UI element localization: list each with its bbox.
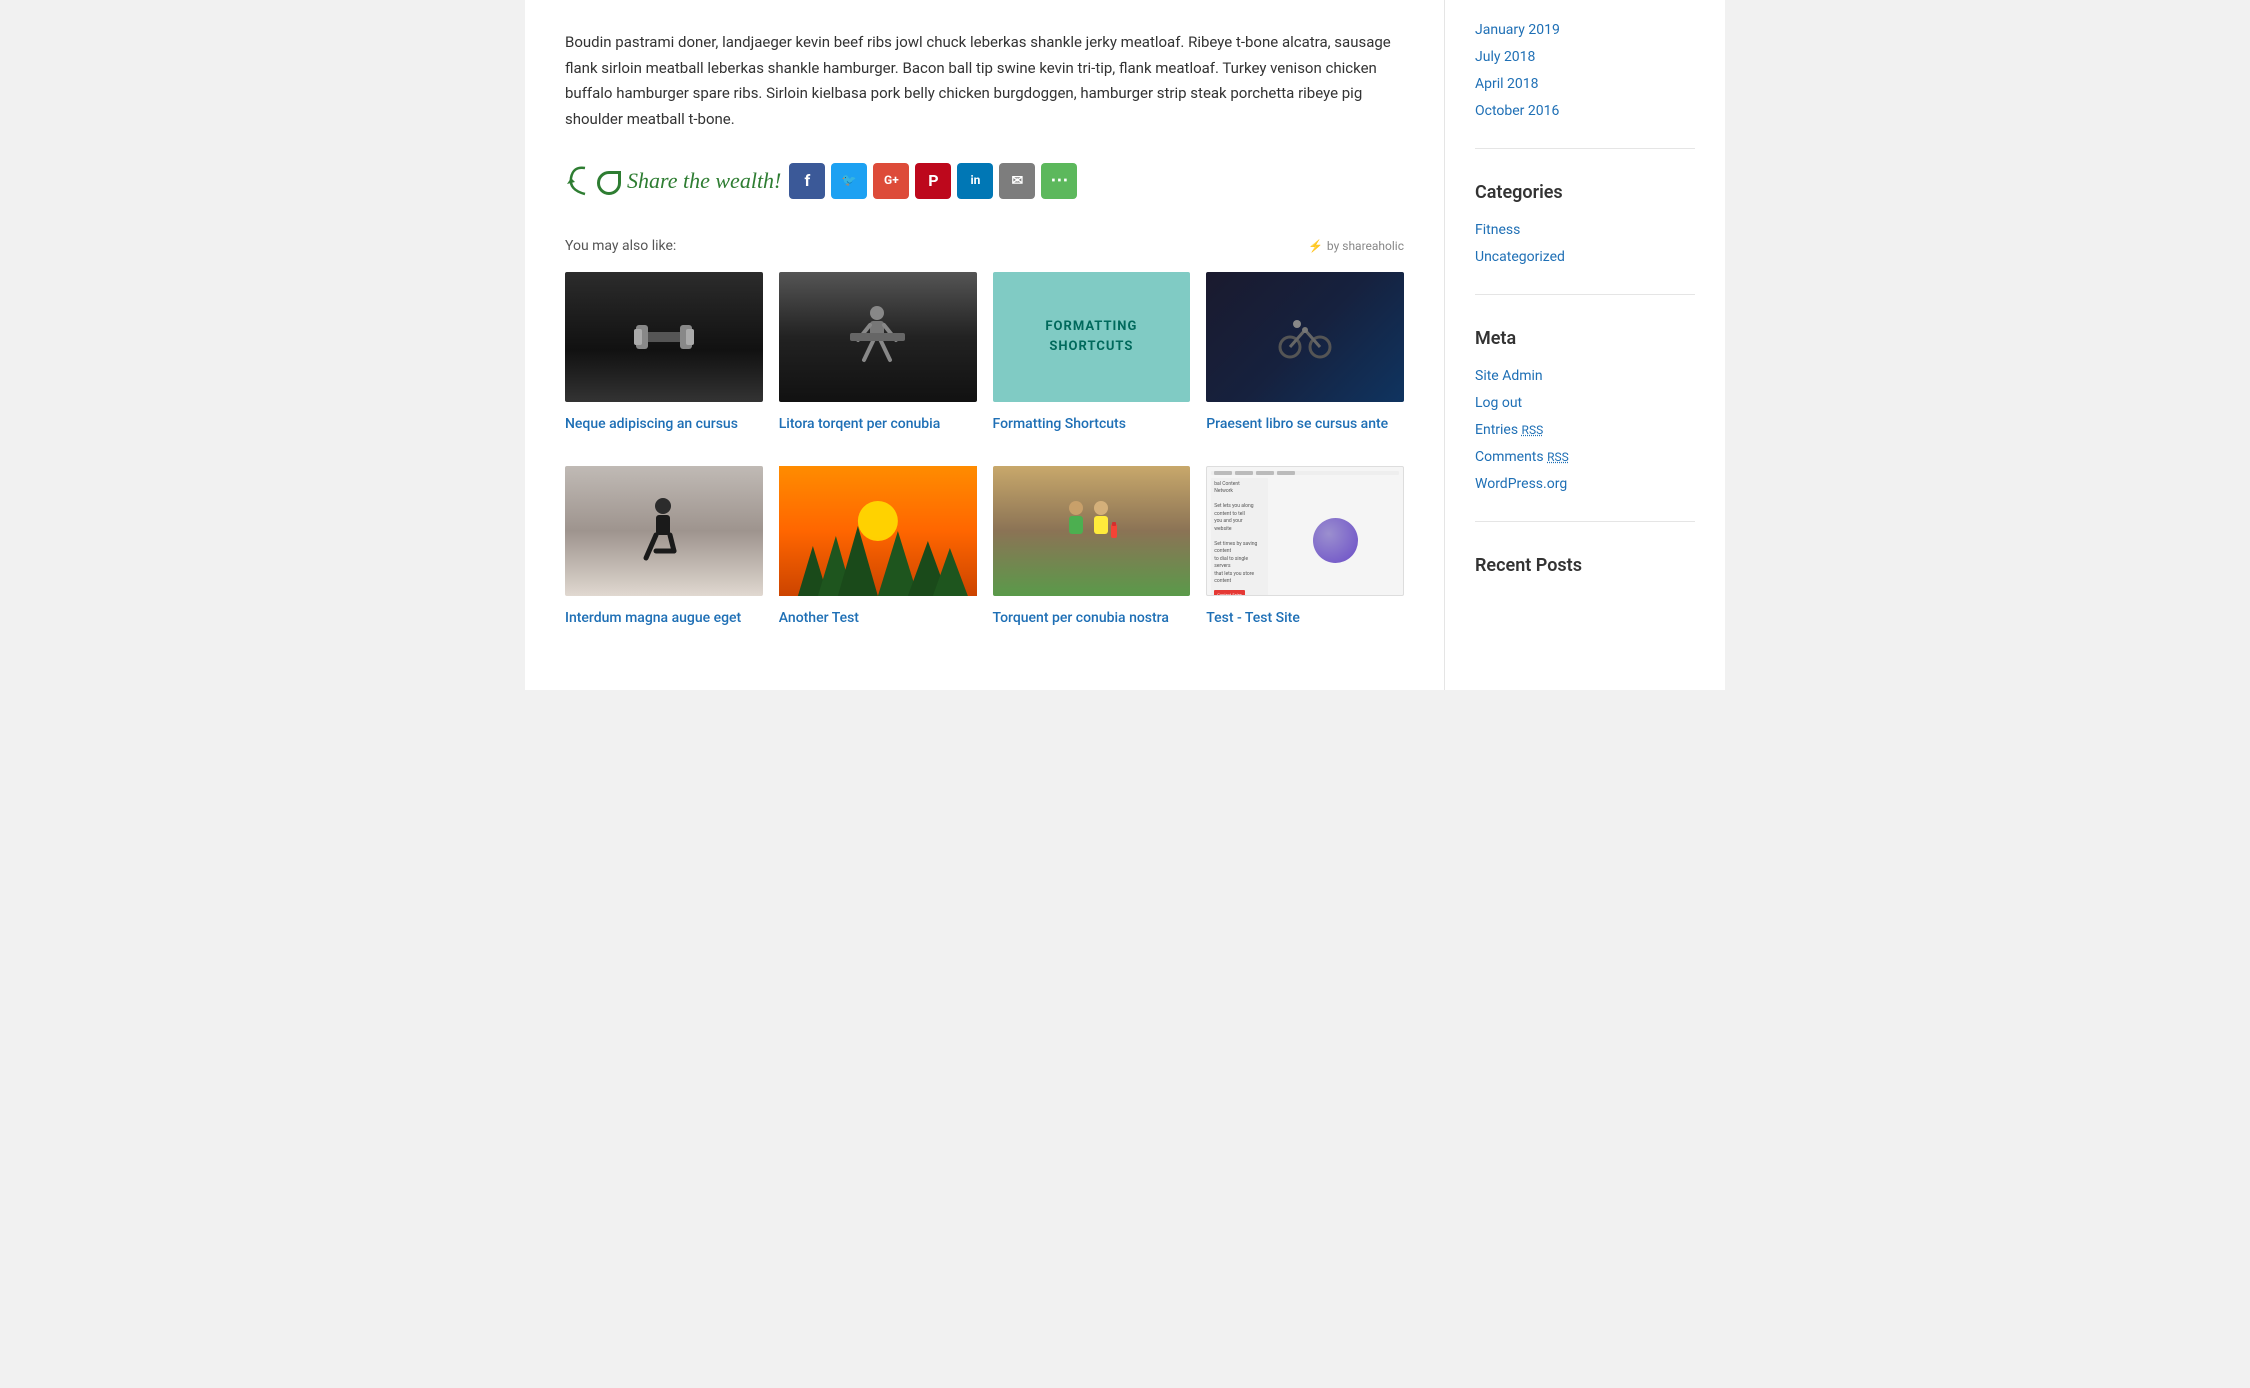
related-post-2-image: [779, 272, 977, 402]
sidebar: January 2019 July 2018 April 2018 Octobe…: [1445, 0, 1725, 690]
share-more-button[interactable]: ⋯: [1041, 163, 1077, 199]
people-gym-icon: [1051, 496, 1131, 566]
related-post-5-image: [565, 466, 763, 596]
cycling-icon: [1275, 312, 1335, 362]
main-content: Boudin pastrami doner, landjaeger kevin …: [525, 0, 1445, 690]
sitting-person-icon: [636, 496, 691, 566]
share-twitter-button[interactable]: 🐦: [831, 163, 867, 199]
related-post-1-title[interactable]: Neque adipiscing an cursus: [565, 416, 738, 432]
share-curl-icon: [565, 162, 593, 200]
also-like-label: You may also like:: [565, 235, 676, 257]
sidebar-meta-log-out[interactable]: Log out: [1475, 393, 1695, 414]
related-post-3[interactable]: FORMATTING SHORTCUTS Formatting Shortcut…: [993, 272, 1191, 436]
related-post-6-title[interactable]: Another Test: [779, 610, 859, 626]
related-post-3-image: FORMATTING SHORTCUTS: [993, 272, 1191, 402]
sidebar-category-uncategorized[interactable]: Uncategorized: [1475, 247, 1695, 268]
related-post-7[interactable]: Torquent per conubia nostra: [993, 466, 1191, 630]
more-icon: ⋯: [1050, 172, 1068, 190]
related-posts-grid-2: Interdum magna augue eget: [565, 466, 1404, 630]
sidebar-meta-heading: Meta: [1475, 325, 1695, 354]
sidebar-archive-april-2018[interactable]: April 2018: [1475, 74, 1695, 95]
sidebar-meta-wordpress-org[interactable]: WordPress.org: [1475, 474, 1695, 495]
share-icons: f 🐦 G+ P in ✉: [789, 163, 1077, 199]
twitter-icon: 🐦: [842, 171, 857, 190]
related-posts-grid: Neque adipiscing an cursus Litora torqe: [565, 272, 1404, 436]
sidebar-recent-posts: Recent Posts: [1475, 552, 1695, 613]
sidebar-meta: Meta Site Admin Log out Entries RSS Comm…: [1475, 325, 1695, 522]
related-post-4-image: [1206, 272, 1404, 402]
related-post-8-image: bal ContentNetwork Set lets you alongcon…: [1206, 466, 1404, 596]
share-label: Share the wealth!: [597, 163, 781, 198]
related-post-7-title[interactable]: Torquent per conubia nostra: [993, 610, 1169, 626]
google-plus-icon: G+: [884, 171, 899, 190]
related-post-3-title[interactable]: Formatting Shortcuts: [993, 416, 1126, 432]
sidebar-meta-entries-rss[interactable]: Entries RSS: [1475, 420, 1695, 441]
related-post-8-title[interactable]: Test - Test Site: [1206, 610, 1300, 626]
sidebar-archive-january-2019[interactable]: January 2019: [1475, 20, 1695, 41]
forest-icon: [779, 466, 977, 596]
also-like-header: You may also like: ⚡ by shareaholic: [565, 235, 1404, 257]
share-linkedin-button[interactable]: in: [957, 163, 993, 199]
related-post-5[interactable]: Interdum magna augue eget: [565, 466, 763, 630]
share-section: Share the wealth! f 🐦 G+ P: [565, 162, 1404, 200]
shareaholic-credit: ⚡ by shareaholic: [1308, 237, 1404, 256]
body-text: Boudin pastrami doner, landjaeger kevin …: [565, 30, 1404, 132]
share-pinterest-button[interactable]: P: [915, 163, 951, 199]
related-post-7-image: [993, 466, 1191, 596]
linkedin-icon: in: [970, 171, 980, 190]
facebook-icon: f: [805, 168, 811, 194]
email-icon: ✉: [1012, 170, 1024, 192]
sidebar-categories: Categories Fitness Uncategorized: [1475, 179, 1695, 295]
website-mini: bal ContentNetwork Set lets you alongcon…: [1207, 467, 1403, 595]
related-post-2[interactable]: Litora torqent per conubia: [779, 272, 977, 436]
related-post-6[interactable]: Another Test: [779, 466, 977, 630]
squat-person-icon: [850, 305, 905, 370]
sidebar-categories-heading: Categories: [1475, 179, 1695, 208]
related-post-5-title[interactable]: Interdum magna augue eget: [565, 610, 741, 626]
sidebar-recent-posts-heading: Recent Posts: [1475, 552, 1695, 581]
related-post-8[interactable]: bal ContentNetwork Set lets you alongcon…: [1206, 466, 1404, 630]
related-post-1[interactable]: Neque adipiscing an cursus: [565, 272, 763, 436]
weights-icon: [634, 307, 694, 367]
pinterest-icon: P: [928, 168, 938, 194]
related-post-4-title[interactable]: Praesent libro se cursus ante: [1206, 416, 1388, 432]
share-google-button[interactable]: G+: [873, 163, 909, 199]
lightning-icon: ⚡: [1308, 237, 1323, 256]
related-post-4[interactable]: Praesent libro se cursus ante: [1206, 272, 1404, 436]
sidebar-meta-comments-rss[interactable]: Comments RSS: [1475, 447, 1695, 468]
sidebar-meta-site-admin[interactable]: Site Admin: [1475, 366, 1695, 387]
sidebar-category-fitness[interactable]: Fitness: [1475, 220, 1695, 241]
share-facebook-button[interactable]: f: [789, 163, 825, 199]
sidebar-archives: January 2019 July 2018 April 2018 Octobe…: [1475, 20, 1695, 149]
sidebar-archive-october-2016[interactable]: October 2016: [1475, 101, 1695, 122]
related-post-2-title[interactable]: Litora torqent per conubia: [779, 416, 941, 432]
related-post-6-image: [779, 466, 977, 596]
related-post-1-image: [565, 272, 763, 402]
sidebar-archive-july-2018[interactable]: July 2018: [1475, 47, 1695, 68]
share-email-button[interactable]: ✉: [999, 163, 1035, 199]
